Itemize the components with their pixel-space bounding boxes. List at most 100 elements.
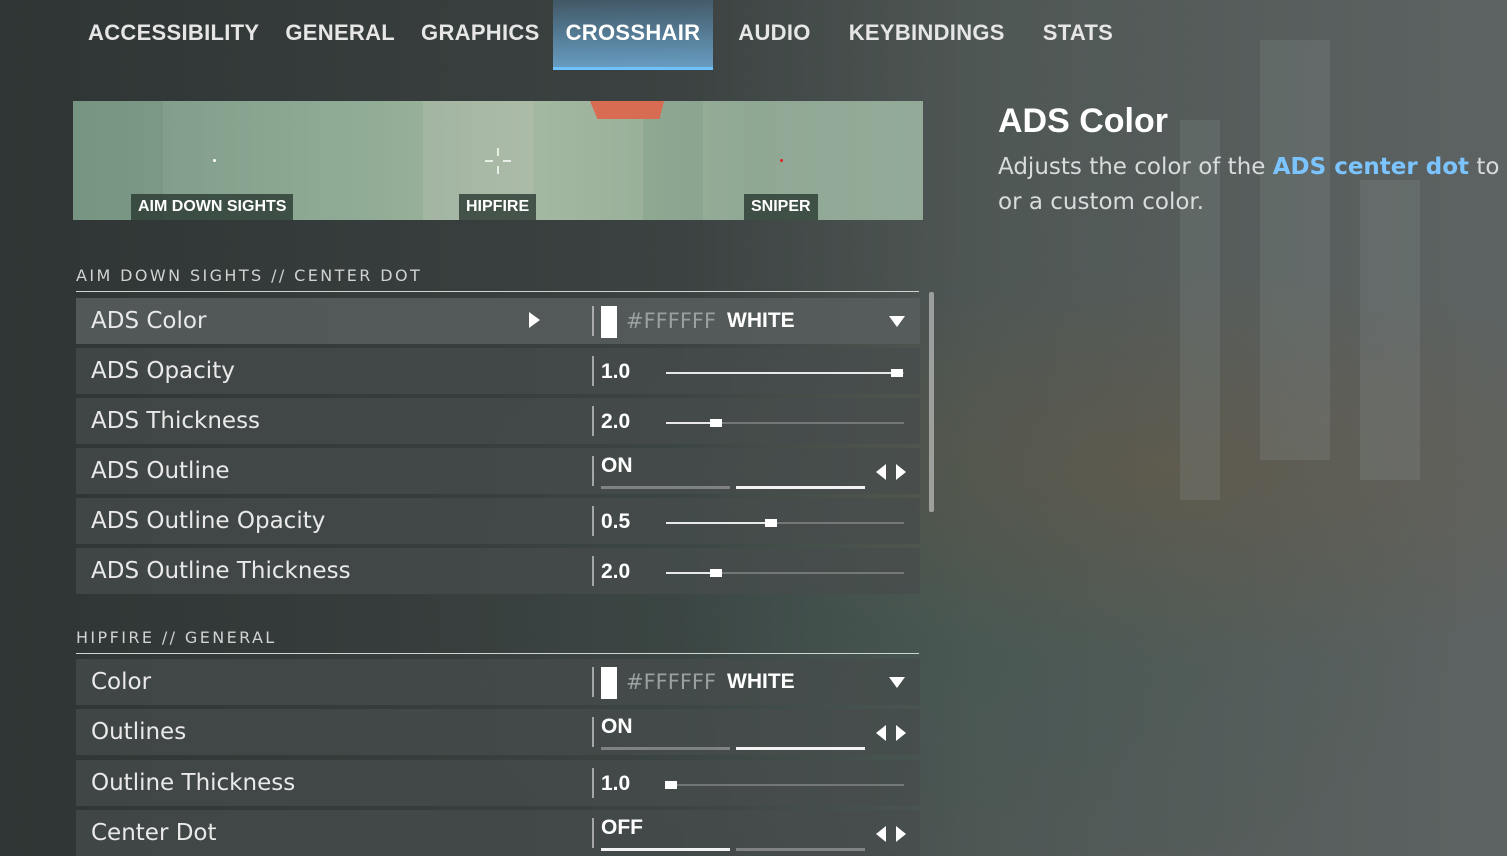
tab-stats[interactable]: STATS: [1030, 0, 1126, 70]
arrow-left-icon[interactable]: [876, 725, 886, 741]
setting-row-ads-color[interactable]: ADS Color #FFFFFF WHITE: [76, 298, 920, 344]
hipfire-crosshair-preview: [485, 148, 511, 174]
row-divider: [592, 406, 594, 436]
toggle-segment-off: [601, 848, 730, 851]
slider-fill: [666, 572, 716, 574]
setting-row-ads-outline-thickness[interactable]: ADS Outline Thickness 2.0: [76, 548, 920, 594]
row-divider: [592, 667, 594, 697]
setting-row-ads-outline-opacity[interactable]: ADS Outline Opacity 0.5: [76, 498, 920, 544]
slider-value: 2.0: [601, 560, 631, 583]
toggle-value: ON: [601, 715, 633, 738]
setting-row-hipfire-outline-thickness[interactable]: Outline Thickness 1.0: [76, 760, 920, 806]
slider-value: 0.5: [601, 510, 631, 533]
row-divider: [592, 506, 594, 536]
arrow-right-icon[interactable]: [896, 725, 906, 741]
setting-label: ADS Opacity: [91, 358, 235, 384]
section-title-hipfire: HIPFIRE // GENERAL: [76, 628, 277, 647]
description-text: Adjusts the color of the ADS center dot …: [998, 150, 1507, 220]
slider-track[interactable]: [666, 569, 904, 577]
preview-label-hipfire: HIPFIRE: [459, 194, 537, 220]
slider-track[interactable]: [664, 781, 904, 789]
setting-label: ADS Outline Opacity: [91, 508, 326, 534]
setting-label: Color: [91, 669, 152, 695]
description-highlight: ADS center dot: [1272, 154, 1470, 180]
toggle-value: OFF: [601, 816, 643, 839]
ads-center-dot-preview: [213, 159, 216, 162]
arrow-left-icon[interactable]: [876, 826, 886, 842]
toggle-segment-off: [601, 747, 730, 750]
slider-fill: [666, 422, 716, 424]
tab-keybindings[interactable]: KEYBINDINGS: [836, 0, 1018, 70]
toggle-segment-on: [736, 848, 865, 851]
preview-red-object: [590, 101, 664, 119]
preview-label-sniper: SNIPER: [744, 194, 818, 220]
setting-row-ads-thickness[interactable]: ADS Thickness 2.0: [76, 398, 920, 444]
tab-crosshair[interactable]: CROSSHAIR: [552, 0, 714, 70]
arrow-left-icon[interactable]: [876, 464, 886, 480]
setting-row-hipfire-outlines[interactable]: Outlines ON: [76, 709, 920, 755]
arrow-right-icon[interactable]: [896, 826, 906, 842]
toggle-segment-on: [736, 747, 865, 750]
row-divider: [592, 306, 594, 336]
section-divider: [76, 291, 919, 292]
toggle-segment-off: [601, 486, 730, 489]
background-building: [1360, 180, 1420, 480]
slider-thumb[interactable]: [709, 569, 722, 577]
color-hex-value: #FFFFFF: [626, 670, 717, 694]
description-title: ADS Color: [998, 102, 1168, 140]
section-divider: [76, 653, 919, 654]
slider-thumb[interactable]: [664, 781, 677, 789]
tab-graphics[interactable]: GRAPHICS: [408, 0, 553, 70]
preview-label-ads: AIM DOWN SIGHTS: [131, 194, 294, 220]
color-swatch: [601, 306, 617, 338]
slider-value: 1.0: [601, 772, 631, 795]
slider-track[interactable]: [666, 519, 904, 527]
slider-fill: [666, 522, 771, 524]
mouse-cursor-icon: [529, 312, 540, 328]
row-divider: [592, 456, 594, 486]
description-text-part: to any: [1476, 154, 1507, 180]
setting-label: ADS Thickness: [91, 408, 261, 434]
settings-scrollbar[interactable]: [929, 292, 934, 512]
color-name-value: WHITE: [727, 670, 795, 693]
slider-value: 2.0: [601, 410, 631, 433]
setting-label: Outlines: [91, 719, 187, 745]
setting-label: ADS Outline: [91, 458, 230, 484]
setting-row-ads-opacity[interactable]: ADS Opacity 1.0: [76, 348, 920, 394]
setting-row-hipfire-center-dot[interactable]: Center Dot OFF: [76, 810, 920, 856]
description-text-line2: or a custom color.: [998, 189, 1205, 215]
section-title-ads: AIM DOWN SIGHTS // CENTER DOT: [76, 266, 423, 285]
crosshair-preview: AIM DOWN SIGHTS HIPFIRE SNIPER: [73, 101, 923, 220]
slider-track[interactable]: [666, 419, 904, 427]
tab-general[interactable]: GENERAL: [272, 0, 408, 70]
row-divider: [592, 818, 594, 848]
setting-label: Outline Thickness: [91, 770, 296, 796]
sniper-dot-preview: [780, 159, 783, 162]
color-swatch: [601, 667, 617, 699]
tab-audio[interactable]: AUDIO: [725, 0, 823, 70]
row-divider: [592, 717, 594, 747]
dropdown-arrow-icon[interactable]: [889, 677, 905, 688]
dropdown-arrow-icon[interactable]: [889, 316, 905, 327]
row-divider: [592, 556, 594, 586]
setting-row-ads-outline[interactable]: ADS Outline ON: [76, 448, 920, 494]
setting-label: ADS Color: [91, 308, 207, 334]
slider-thumb[interactable]: [709, 419, 722, 427]
tab-accessibility[interactable]: ACCESSIBILITY: [75, 0, 272, 70]
arrow-right-icon[interactable]: [896, 464, 906, 480]
slider-value: 1.0: [601, 360, 631, 383]
slider-thumb[interactable]: [764, 519, 777, 527]
slider-track[interactable]: [666, 369, 904, 377]
setting-label: Center Dot: [91, 820, 217, 846]
slider-thumb[interactable]: [890, 369, 903, 377]
color-name-value: WHITE: [727, 309, 795, 332]
row-divider: [592, 768, 594, 798]
setting-label: ADS Outline Thickness: [91, 558, 351, 584]
description-text-part: Adjusts the color of the: [998, 154, 1273, 180]
toggle-value: ON: [601, 454, 633, 477]
row-divider: [592, 356, 594, 386]
background-building: [1260, 40, 1330, 460]
setting-row-hipfire-color[interactable]: Color #FFFFFF WHITE: [76, 659, 920, 705]
color-hex-value: #FFFFFF: [626, 309, 717, 333]
settings-tab-bar: ACCESSIBILITY GENERAL GRAPHICS CROSSHAIR…: [75, 0, 1126, 70]
